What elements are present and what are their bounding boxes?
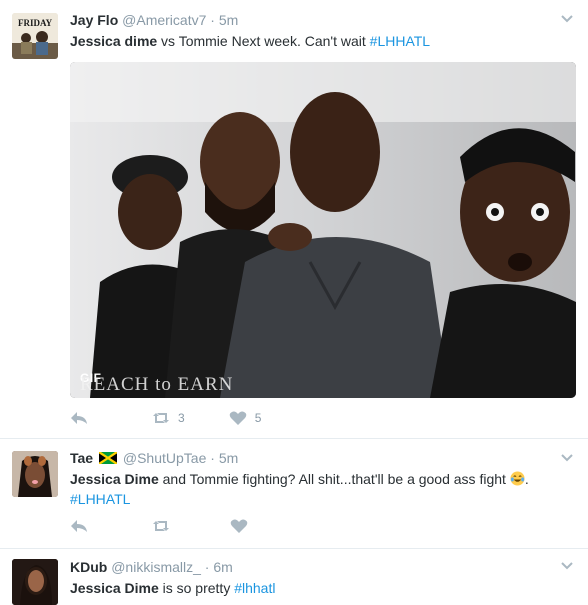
reply-icon <box>71 412 87 424</box>
bold-mention: Jessica Dime <box>70 471 159 487</box>
reply-button[interactable] <box>70 518 88 534</box>
text-period: . <box>524 471 529 487</box>
retweet-button[interactable]: 3 <box>152 410 185 426</box>
bold-mention: Jessica dime <box>70 33 158 49</box>
avatar[interactable] <box>12 559 58 605</box>
heart-icon <box>229 411 246 425</box>
hashtag-link[interactable]: #LHHATL <box>370 33 430 49</box>
chevron-down-icon[interactable] <box>560 12 574 26</box>
hashtag-link[interactable]: #LHHATL <box>70 491 130 507</box>
gif-image <box>70 62 576 398</box>
like-button[interactable]: 5 <box>229 410 262 426</box>
bold-mention: Jessica Dime <box>70 580 159 596</box>
tweet-text: Jessica dime vs Tommie Next week. Can't … <box>70 31 574 51</box>
tweet-text: Jessica Dime is so pretty #lhhatl <box>70 578 574 598</box>
tweet-header: Tae @ShutUpTae · 5m <box>70 449 574 467</box>
gif-media[interactable]: GIF REACH to EARN <box>70 62 576 398</box>
avatar-image <box>12 559 58 605</box>
heart-icon <box>230 519 248 533</box>
retweet-button[interactable] <box>152 518 178 534</box>
tweet-header: KDub @nikkismallz_ · 6m <box>70 558 574 576</box>
timestamp[interactable]: 6m <box>213 559 232 575</box>
like-button[interactable] <box>230 518 256 534</box>
display-name[interactable]: Tae <box>70 450 93 466</box>
reply-button[interactable] <box>70 410 88 426</box>
like-count: 5 <box>254 411 262 425</box>
display-name[interactable]: Jay Flo <box>70 12 118 28</box>
retweet-icon <box>153 521 169 531</box>
jamaica-flag-icon <box>98 452 117 464</box>
user-handle[interactable]: @ShutUpTae <box>123 450 206 466</box>
tweet[interactable]: FRIDAY Jay Flo @Americatv7 · 5m Jessica … <box>0 0 588 439</box>
tears-of-joy-emoji-icon <box>510 471 525 486</box>
avatar[interactable] <box>12 451 58 497</box>
user-handle[interactable]: @Americatv7 <box>122 12 206 28</box>
timestamp[interactable]: 5m <box>219 450 238 466</box>
reply-icon <box>71 520 87 532</box>
display-name[interactable]: KDub <box>70 559 107 575</box>
avatar[interactable]: FRIDAY <box>12 13 58 59</box>
tweet-text: Jessica Dime and Tommie fighting? All sh… <box>70 469 574 509</box>
tweet-header: Jay Flo @Americatv7 · 5m <box>70 11 574 29</box>
chevron-down-icon[interactable] <box>560 559 574 573</box>
separator: · <box>210 12 215 28</box>
retweet-count: 3 <box>178 411 185 425</box>
chevron-down-icon[interactable] <box>560 451 574 465</box>
timestamp[interactable]: 5m <box>219 12 238 28</box>
text-body: and Tommie fighting? All shit...that'll … <box>158 471 510 487</box>
user-handle[interactable]: @nikkismallz_ <box>111 559 201 575</box>
avatar-label: FRIDAY <box>18 18 53 28</box>
text-body: is so pretty <box>158 580 235 596</box>
text-body: vs Tommie Next week. Can't wait <box>157 33 370 49</box>
separator: · <box>210 450 215 466</box>
tweet[interactable]: KDub @nikkismallz_ · 6m Jessica Dime is … <box>0 549 588 605</box>
gif-watermark: REACH to EARN <box>80 374 234 395</box>
separator: · <box>204 559 210 575</box>
hashtag-link[interactable]: #lhhatl <box>234 580 275 596</box>
avatar-image <box>12 451 58 497</box>
tweet[interactable]: Tae @ShutUpTae · 5m Jessica Dime and Tom… <box>0 439 588 549</box>
retweet-icon <box>153 413 169 423</box>
